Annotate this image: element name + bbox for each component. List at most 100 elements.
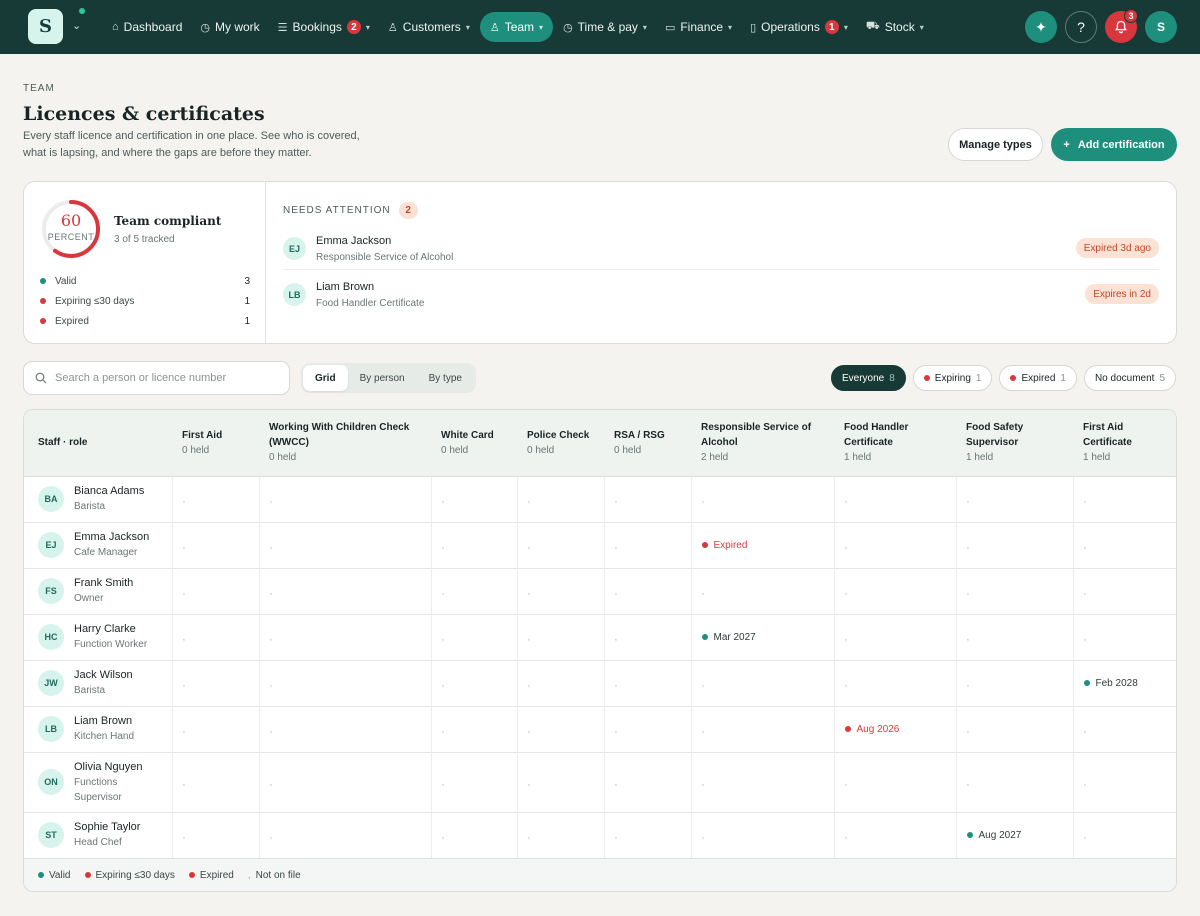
certification-cell[interactable]: , xyxy=(690,751,834,812)
certification-cell[interactable]: , xyxy=(171,521,259,568)
column-header[interactable]: Working With Children Check (WWCC) 0 held xyxy=(259,410,431,477)
certification-cell[interactable]: , xyxy=(833,811,956,858)
certification-cell[interactable]: Expired xyxy=(690,521,834,568)
sparkle-assistant-button[interactable]: ✦ xyxy=(1025,11,1057,43)
column-header[interactable]: RSA / RSG 0 held xyxy=(604,410,691,477)
certification-cell[interactable]: , xyxy=(516,705,604,752)
certification-cell[interactable]: , xyxy=(1072,811,1176,858)
certification-cell[interactable]: , xyxy=(1072,751,1176,812)
certification-cell[interactable]: , xyxy=(603,567,691,614)
attention-item[interactable]: EJ Emma Jackson Responsible Service of Alc… xyxy=(283,226,1159,270)
column-header[interactable]: First Aid Certificate 1 held xyxy=(1073,410,1176,477)
nav-item-team[interactable]: ♙ Team ▾ xyxy=(479,12,554,42)
workspace-chevron-down-icon[interactable]: ⌄ xyxy=(72,19,81,32)
nav-item-bookings[interactable]: ☰ Bookings 2 ▾ xyxy=(270,12,378,42)
certification-cell[interactable]: , xyxy=(955,659,1073,706)
certification-cell[interactable]: , xyxy=(603,705,691,752)
table-row[interactable]: HC Harry Clarke Function Worker,,,,, Mar 20… xyxy=(24,613,1176,660)
nav-item-dashboard[interactable]: ⌂ Dashboard xyxy=(104,12,190,42)
certification-cell[interactable]: , xyxy=(690,567,834,614)
certification-cell[interactable]: , xyxy=(430,751,517,812)
certification-cell[interactable]: , xyxy=(833,567,956,614)
certification-cell[interactable]: , xyxy=(430,705,517,752)
certification-cell[interactable]: , xyxy=(690,811,834,858)
certification-cell[interactable]: , xyxy=(171,705,259,752)
view-tab-by-person[interactable]: By person xyxy=(348,365,417,391)
certification-cell[interactable]: , xyxy=(1072,613,1176,660)
certification-cell[interactable]: , xyxy=(1072,705,1176,752)
filter-chip-everyone[interactable]: Everyone 8 xyxy=(830,365,906,391)
certification-cell[interactable]: , xyxy=(955,751,1073,812)
search-input[interactable] xyxy=(55,372,275,384)
certification-cell[interactable]: , xyxy=(258,705,431,752)
column-header[interactable]: First Aid 0 held xyxy=(172,410,259,477)
attention-item[interactable]: LB Liam Brown Food Handler Certificate Expi… xyxy=(283,272,1159,316)
certification-cell[interactable]: , xyxy=(516,475,604,522)
certification-cell[interactable]: , xyxy=(430,521,517,568)
filter-chip-no-document[interactable]: No document 5 xyxy=(1083,365,1176,391)
certification-cell[interactable]: , xyxy=(955,567,1073,614)
certification-cell[interactable]: , xyxy=(516,521,604,568)
certification-cell[interactable]: , xyxy=(603,659,691,706)
table-row[interactable]: ST Sophie Taylor Head Chef,,,,,,, Aug 2027, xyxy=(24,811,1176,858)
nav-item-operations[interactable]: ▯ Operations 1 ▾ xyxy=(742,12,856,42)
certification-cell[interactable]: , xyxy=(171,567,259,614)
certification-cell[interactable]: , xyxy=(258,567,431,614)
certification-cell[interactable]: Aug 2027 xyxy=(955,811,1073,858)
column-header[interactable]: Responsible Service of Alcohol 2 held xyxy=(691,410,834,477)
certification-cell[interactable]: , xyxy=(430,475,517,522)
certification-cell[interactable]: , xyxy=(955,475,1073,522)
certification-cell[interactable]: , xyxy=(833,521,956,568)
app-logo[interactable]: S xyxy=(28,9,63,44)
add-certification-button[interactable]: + Add certification xyxy=(1051,128,1177,161)
column-header[interactable]: Police Check 0 held xyxy=(517,410,604,477)
certification-cell[interactable]: , xyxy=(258,659,431,706)
view-tab-by-type[interactable]: By type xyxy=(417,365,474,391)
certification-cell[interactable]: , xyxy=(603,613,691,660)
certification-cell[interactable]: , xyxy=(516,659,604,706)
table-row[interactable]: FS Frank Smith Owner,,,,,,,,, xyxy=(24,567,1176,614)
certification-cell[interactable]: , xyxy=(516,567,604,614)
manage-types-button[interactable]: Manage types xyxy=(948,128,1043,161)
certification-cell[interactable]: , xyxy=(171,751,259,812)
certification-cell[interactable]: , xyxy=(1072,475,1176,522)
certification-cell[interactable]: , xyxy=(171,475,259,522)
certification-cell[interactable]: , xyxy=(258,751,431,812)
certification-cell[interactable]: , xyxy=(955,705,1073,752)
certification-cell[interactable]: , xyxy=(955,521,1073,568)
certification-cell[interactable]: , xyxy=(833,475,956,522)
certification-cell[interactable]: , xyxy=(1072,567,1176,614)
nav-item-my-work[interactable]: ◷ My work xyxy=(192,12,267,42)
certification-cell[interactable]: , xyxy=(603,521,691,568)
certification-cell[interactable]: , xyxy=(603,811,691,858)
certification-cell[interactable]: Mar 2027 xyxy=(690,613,834,660)
user-avatar[interactable]: S xyxy=(1145,11,1177,43)
certification-cell[interactable]: Aug 2026 xyxy=(833,705,956,752)
certification-cell[interactable]: , xyxy=(833,751,956,812)
certification-cell[interactable]: , xyxy=(258,613,431,660)
nav-item-time-pay[interactable]: ◷ Time & pay ▾ xyxy=(555,12,655,42)
certification-cell[interactable]: , xyxy=(171,811,259,858)
certification-cell[interactable]: Feb 2028 xyxy=(1072,659,1176,706)
table-row[interactable]: BA Bianca Adams Barista,,,,,,,,, xyxy=(24,475,1176,522)
view-tab-grid[interactable]: Grid xyxy=(303,365,348,391)
certification-cell[interactable]: , xyxy=(516,613,604,660)
certification-cell[interactable]: , xyxy=(690,659,834,706)
certification-cell[interactable]: , xyxy=(430,659,517,706)
certification-cell[interactable]: , xyxy=(955,613,1073,660)
certification-cell[interactable]: , xyxy=(833,613,956,660)
certification-cell[interactable]: , xyxy=(690,705,834,752)
certification-cell[interactable]: , xyxy=(171,659,259,706)
certification-cell[interactable]: , xyxy=(258,811,431,858)
filter-chip-expiring[interactable]: Expiring 1 xyxy=(912,365,993,391)
table-row[interactable]: EJ Emma Jackson Cafe Manager,,,,, Expired,,… xyxy=(24,521,1176,568)
help-button[interactable]: ? xyxy=(1065,11,1097,43)
certification-cell[interactable]: , xyxy=(603,475,691,522)
certification-cell[interactable]: , xyxy=(690,475,834,522)
nav-item-finance[interactable]: ▭ Finance ▾ xyxy=(657,12,740,42)
certification-cell[interactable]: , xyxy=(516,811,604,858)
certification-cell[interactable]: , xyxy=(603,751,691,812)
table-row[interactable]: JW Jack Wilson Barista,,,,,,,, Feb 2028 xyxy=(24,659,1176,706)
certification-cell[interactable]: , xyxy=(258,521,431,568)
column-header[interactable]: Food Safety Supervisor 1 held xyxy=(956,410,1073,477)
